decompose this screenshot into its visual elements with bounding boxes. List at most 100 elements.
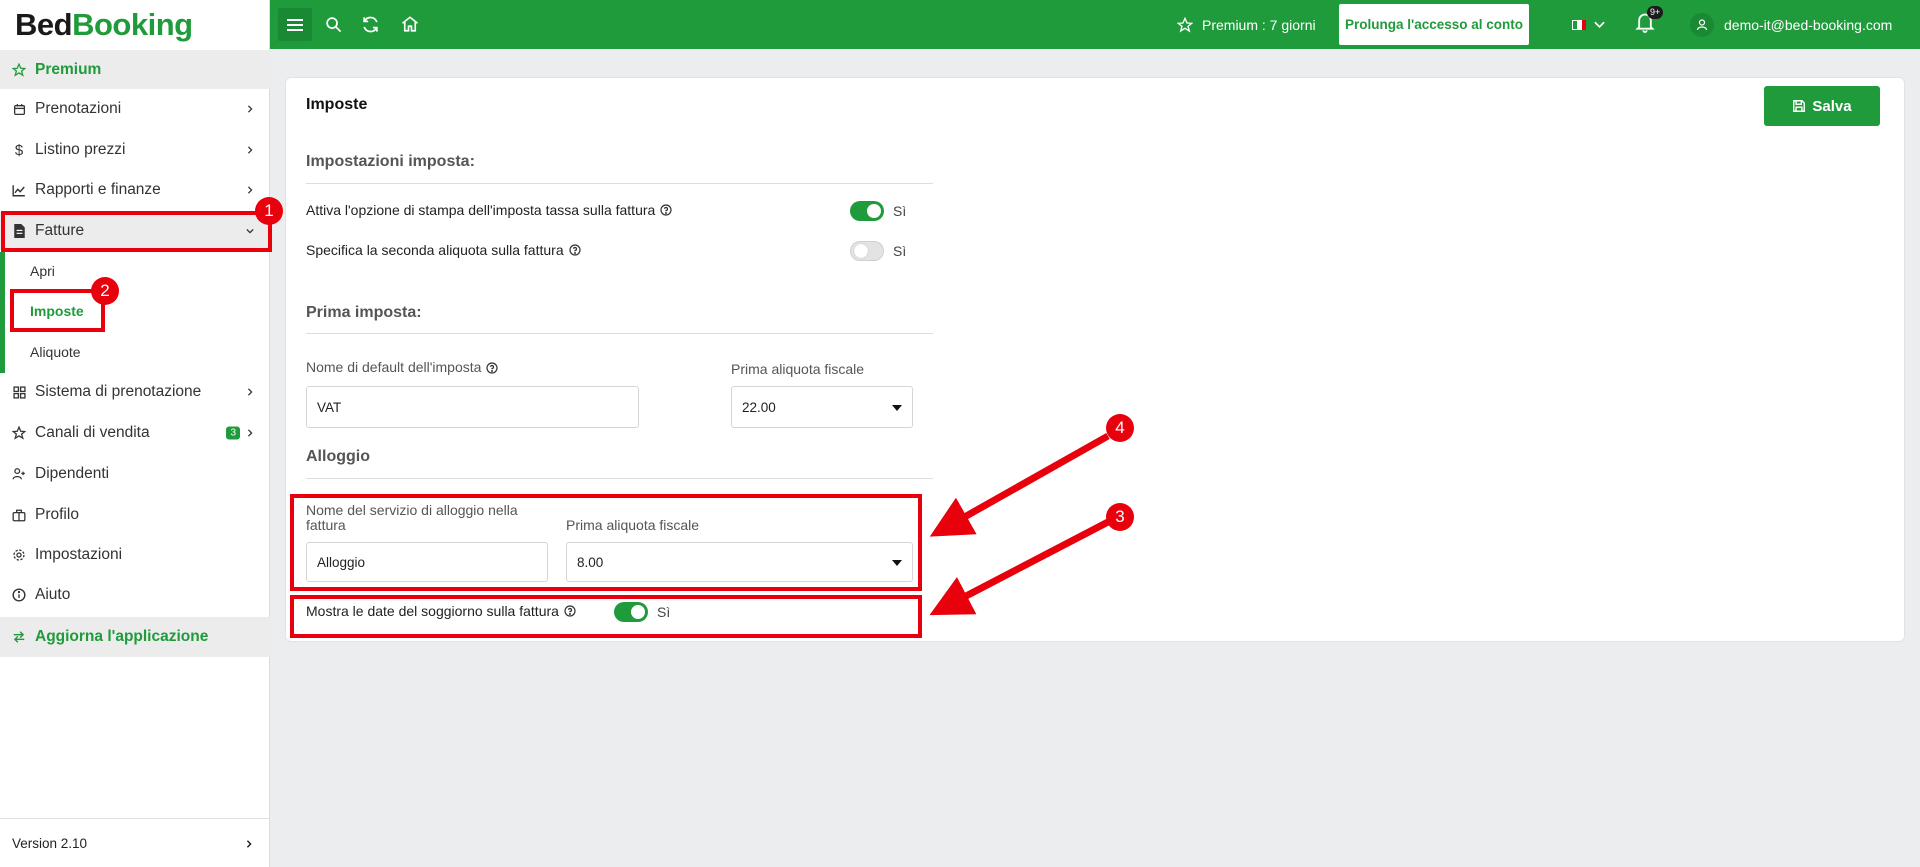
channels-badge: 3	[226, 426, 240, 440]
grid-icon	[12, 385, 26, 399]
briefcase-icon	[12, 508, 26, 522]
option-print-tax: Attiva l'opzione di stampa dell'imposta …	[306, 202, 672, 218]
option-second-rate: Specifica la seconda aliquota sulla fatt…	[306, 242, 581, 258]
refresh-icon	[362, 16, 378, 32]
default-tax-name-input[interactable]: VAT	[306, 386, 639, 428]
chevron-right-icon	[247, 388, 253, 396]
user-email: demo-it@bed-booking.com	[1724, 16, 1893, 33]
default-tax-name-label: Nome di default dell'imposta	[306, 359, 499, 375]
sidebar-item-premium[interactable]: Premium	[0, 50, 270, 89]
sidebar-subitem-apri[interactable]: Apri	[0, 258, 270, 284]
select-value: 22.00	[742, 399, 776, 415]
sidebar-item-prenotazioni[interactable]: Prenotazioni	[0, 92, 270, 126]
chevron-down-icon	[1594, 21, 1605, 28]
sidebar-item-label: Premium	[35, 60, 102, 78]
annotation-marker-2: 2	[91, 277, 119, 305]
sidebar-item-dipendenti[interactable]: Dipendenti	[0, 457, 270, 491]
chevron-right-icon	[247, 186, 253, 194]
annotation-box-lodging	[290, 494, 922, 591]
refresh-button[interactable]	[358, 12, 382, 36]
info-icon	[12, 588, 26, 602]
sidebar-item-label: Aiuto	[35, 586, 71, 603]
annotation-marker-4: 4	[1106, 414, 1134, 442]
version-label: Version 2.10	[12, 835, 88, 851]
sidebar-item-label: Sistema di prenotazione	[35, 383, 202, 400]
refresh-icon	[12, 630, 26, 644]
sidebar-item-listino-prezzi[interactable]: $ Listino prezzi	[0, 133, 270, 167]
sidebar-item-label: Rapporti e finanze	[35, 181, 161, 198]
logo[interactable]: Bed Booking	[0, 0, 269, 49]
input-value: VAT	[317, 399, 342, 415]
hamburger-icon	[287, 18, 303, 31]
premium-info[interactable]: Premium : 7 giorni	[1177, 0, 1316, 49]
chevron-right-icon	[247, 105, 253, 113]
save-label: Salva	[1812, 97, 1852, 115]
extend-access-label: Prolunga l'accesso al conto	[1344, 17, 1523, 32]
sidebar-subitem-label: Aliquote	[30, 344, 81, 360]
sidebar-subitem-aliquote[interactable]: Aliquote	[0, 339, 270, 365]
save-button[interactable]: Salva	[1764, 86, 1880, 126]
sidebar-item-impostazioni[interactable]: Impostazioni	[0, 538, 270, 572]
search-button[interactable]	[321, 12, 345, 36]
page-title: Imposte	[306, 96, 368, 113]
divider	[306, 183, 933, 184]
language-selector[interactable]	[1572, 0, 1605, 49]
dollar-icon: $	[14, 141, 24, 159]
top-bar: Premium : 7 giorni Prolunga l'accesso al…	[270, 0, 1920, 49]
sidebar-item-label: Canali di vendita	[35, 424, 150, 441]
notification-count-badge: 9+	[1647, 6, 1664, 19]
sidebar-item-aiuto[interactable]: Aiuto	[0, 578, 270, 612]
sidebar-subitem-label: Apri	[30, 263, 55, 279]
second-rate-toggle[interactable]	[850, 241, 884, 261]
user-icon	[1696, 19, 1708, 31]
menu-button[interactable]	[278, 8, 312, 41]
section-tax-settings: Impostazioni imposta:	[306, 153, 475, 170]
sidebar-item-sistema[interactable]: Sistema di prenotazione	[0, 375, 270, 409]
annotation-box-show-dates	[290, 595, 922, 638]
toggle-label: Sì	[893, 243, 907, 259]
user-plus-icon	[12, 467, 26, 481]
gear-icon	[12, 548, 26, 562]
star-icon	[12, 62, 26, 77]
logo-booking: Booking	[72, 6, 193, 42]
user-menu[interactable]: demo-it@bed-booking.com	[1690, 0, 1892, 49]
chevron-right-icon	[246, 840, 252, 848]
caret-down-icon	[892, 405, 902, 411]
divider	[306, 333, 933, 334]
toggle-knob	[854, 244, 868, 258]
italy-flag-icon	[1572, 19, 1586, 30]
annotation-marker-1: 1	[255, 197, 283, 225]
home-button[interactable]	[398, 12, 422, 36]
help-icon[interactable]	[486, 361, 499, 374]
search-icon	[325, 16, 341, 32]
version-row[interactable]: Version 2.10	[0, 818, 270, 867]
field-label-text: Nome di default dell'imposta	[306, 359, 482, 375]
sidebar-item-label: Aggiorna l'applicazione	[35, 628, 209, 645]
help-icon[interactable]	[569, 244, 581, 256]
toggle-label: Sì	[893, 203, 907, 219]
sidebar-item-update[interactable]: Aggiorna l'applicazione	[0, 617, 270, 657]
extend-access-button[interactable]: Prolunga l'accesso al conto	[1339, 4, 1529, 45]
first-rate-label: Prima aliquota fiscale	[731, 361, 865, 377]
calendar-icon	[12, 102, 26, 116]
first-rate-select[interactable]: 22.00	[731, 386, 913, 428]
sidebar-item-rapporti[interactable]: Rapporti e finanze	[0, 173, 270, 207]
sidebar-item-profilo[interactable]: Profilo	[0, 498, 270, 532]
option-label: Attiva l'opzione di stampa dell'imposta …	[306, 202, 656, 218]
save-icon	[1793, 100, 1806, 112]
print-tax-toggle[interactable]	[850, 201, 884, 221]
notifications-button[interactable]: 9+	[1635, 6, 1664, 35]
star-icon	[1177, 16, 1193, 32]
section-lodging: Alloggio	[306, 448, 370, 465]
sidebar-item-canali[interactable]: Canali di vendita 3	[0, 416, 270, 450]
annotation-marker-3: 3	[1106, 503, 1134, 531]
help-icon[interactable]	[660, 204, 672, 216]
star-icon	[12, 426, 26, 440]
avatar	[1690, 12, 1714, 37]
annotation-box-fatture	[1, 211, 272, 252]
premium-days-label: Premium : 7 giorni	[1202, 16, 1316, 33]
sidebar-item-label: Prenotazioni	[35, 100, 122, 117]
logo-bed: Bed	[15, 6, 73, 42]
section-first-tax: Prima imposta:	[306, 304, 422, 321]
chevron-right-icon	[247, 429, 253, 437]
